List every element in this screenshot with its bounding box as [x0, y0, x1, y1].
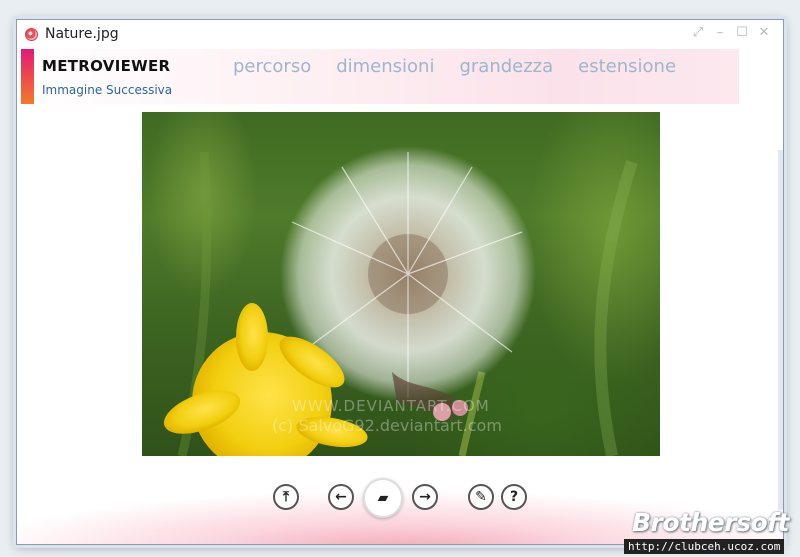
- app-icon: [25, 28, 38, 41]
- image-watermark-line2: (c) SalvoG92.deviantart.com: [272, 416, 502, 435]
- minimize-icon[interactable]: –: [713, 25, 727, 41]
- next-icon[interactable]: →: [412, 484, 438, 510]
- image-watermark-line1: WWW.DEVIANTART.COM: [292, 397, 490, 415]
- menu-item-size[interactable]: grandezza: [459, 56, 553, 77]
- top-icon[interactable]: ⤒: [273, 484, 299, 510]
- watermark-url: http://clubceh.ucoz.com: [624, 539, 785, 554]
- maximize-icon[interactable]: ☐: [735, 25, 749, 41]
- folder-icon[interactable]: ▰: [363, 478, 403, 518]
- fullscreen-icon[interactable]: ⤢: [691, 25, 705, 41]
- app-header: METROVIEWER Immagine Successiva percorso…: [21, 49, 739, 104]
- next-image-link[interactable]: Immagine Successiva: [42, 83, 172, 97]
- menu-item-path[interactable]: percorso: [233, 56, 311, 77]
- menu-item-dimensions[interactable]: dimensioni: [336, 56, 434, 77]
- menu-item-extension[interactable]: estensione: [578, 56, 676, 77]
- previous-icon[interactable]: ←: [328, 484, 354, 510]
- image-viewport[interactable]: WWW.DEVIANTART.COM (c) SalvoG92.devianta…: [142, 112, 660, 456]
- help-icon[interactable]: ?: [501, 484, 527, 510]
- accent-bar: [21, 49, 34, 104]
- title-bar[interactable]: Nature.jpg ⤢ – ☐ ✕: [17, 20, 783, 48]
- window-controls: ⤢ – ☐ ✕: [691, 25, 771, 41]
- window-title: Nature.jpg: [45, 26, 119, 42]
- scrollbar[interactable]: [778, 150, 783, 510]
- edit-icon[interactable]: ✎: [468, 484, 494, 510]
- app-window: Nature.jpg ⤢ – ☐ ✕ METROVIEWER Immagine …: [16, 19, 784, 545]
- app-name: METROVIEWER: [42, 57, 171, 75]
- close-icon[interactable]: ✕: [757, 25, 771, 41]
- brothersoft-watermark: Brothersoft: [632, 508, 789, 537]
- info-menu: percorso dimensioni grandezza estensione: [233, 56, 676, 77]
